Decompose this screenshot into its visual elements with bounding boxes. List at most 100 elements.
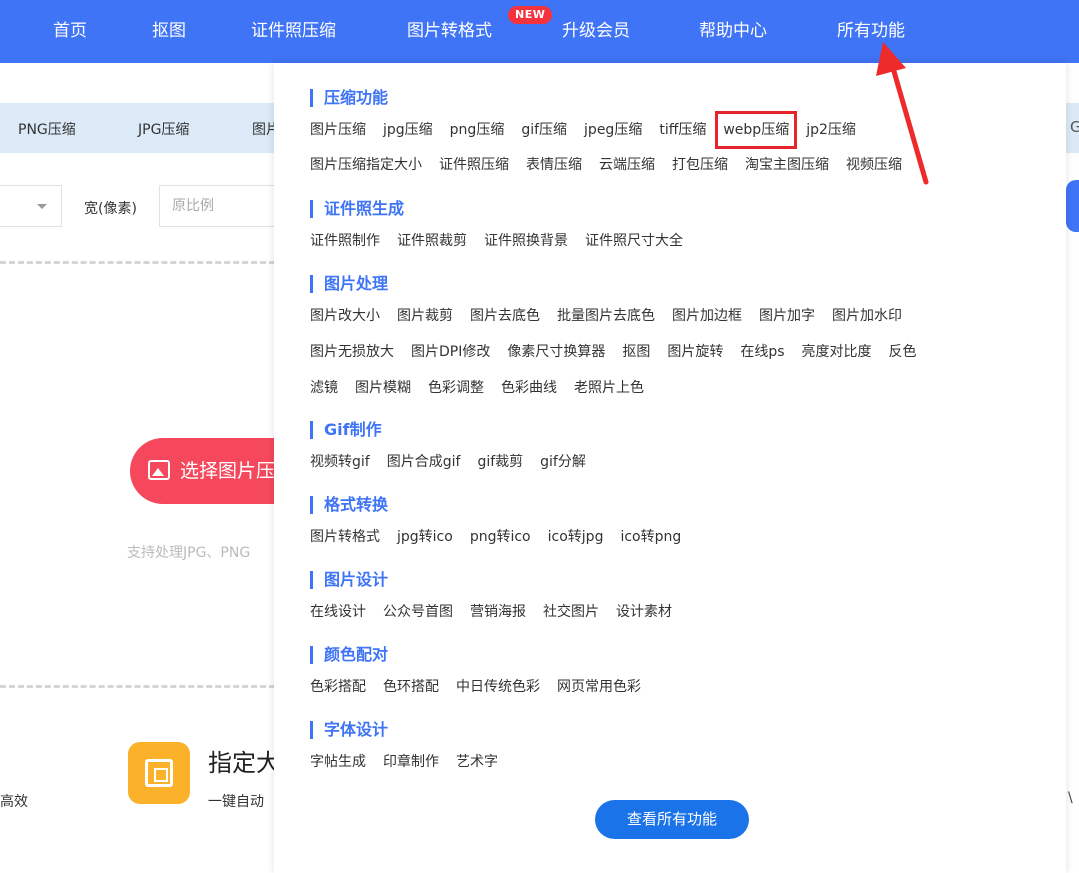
- menu-link-online-design[interactable]: 在线设计: [310, 601, 366, 623]
- menu-link-add-watermark[interactable]: 图片加水印: [832, 305, 902, 327]
- menu-link-filter[interactable]: 滤镜: [310, 377, 338, 399]
- section-title-id-photo: 证件照生成: [310, 198, 404, 220]
- menu-link-pixel-calculator[interactable]: 像素尺寸换算器: [507, 341, 605, 363]
- resize-icon: [128, 742, 190, 804]
- section-title-gif: Gif制作: [310, 419, 382, 441]
- menu-link-png-to-ico[interactable]: png转ico: [470, 526, 531, 548]
- unit-select[interactable]: [0, 185, 62, 227]
- menu-link-art-text[interactable]: 艺术字: [456, 751, 498, 773]
- feature-title: 指定大小: [208, 749, 275, 777]
- menu-link-compress-to-size[interactable]: 图片压缩指定大小: [310, 154, 422, 176]
- width-input[interactable]: 原比例: [159, 185, 275, 227]
- view-all-features-button[interactable]: 查看所有功能: [595, 800, 749, 839]
- menu-link-remove-bg[interactable]: 图片去底色: [470, 305, 540, 327]
- menu-link-taobao-compress[interactable]: 淘宝主图压缩: [745, 154, 829, 176]
- menu-link-batch-remove-bg[interactable]: 批量图片去底色: [557, 305, 655, 327]
- menu-link-id-photo-compress[interactable]: 证件照压缩: [439, 154, 509, 176]
- subbar-jpg-compress[interactable]: JPG压缩: [138, 119, 189, 139]
- menu-link-colorize-old-photo[interactable]: 老照片上色: [574, 377, 644, 399]
- menu-link-cutout[interactable]: 抠图: [622, 341, 650, 363]
- menu-link-design-assets[interactable]: 设计素材: [616, 601, 672, 623]
- chevron-down-icon: [37, 204, 47, 209]
- menu-row: 色彩搭配 色环搭配 中日传统色彩 网页常用色彩: [310, 676, 658, 698]
- nav-help-center[interactable]: 帮助中心: [699, 18, 767, 44]
- menu-link-id-photo-background[interactable]: 证件照换背景: [484, 230, 568, 252]
- menu-link-image-convert[interactable]: 图片转格式: [310, 526, 380, 548]
- section-title-color-matching: 颜色配对: [310, 644, 388, 666]
- menu-row: 在线设计 公众号首图 营销海报 社交图片 设计素材: [310, 601, 689, 623]
- menu-row: 滤镜 图片模糊 色彩调整 色彩曲线 老照片上色: [310, 377, 661, 399]
- menu-link-png-compress[interactable]: png压缩: [450, 119, 505, 141]
- menu-link-jpeg-compress[interactable]: jpeg压缩: [584, 119, 642, 141]
- nav-all-features[interactable]: 所有功能: [837, 18, 905, 44]
- menu-link-brightness-contrast[interactable]: 亮度对比度: [802, 341, 872, 363]
- nav-upgrade-vip[interactable]: 升级会员: [562, 18, 630, 44]
- nav-id-photo-compress[interactable]: 证件照压缩: [251, 18, 336, 44]
- top-navigation: 首页 抠图 证件照压缩 图片转格式 NEW 升级会员 帮助中心 所有功能: [0, 0, 1079, 63]
- menu-link-gif-crop[interactable]: gif裁剪: [477, 451, 523, 473]
- menu-link-online-ps[interactable]: 在线ps: [740, 341, 784, 363]
- menu-link-video-to-gif[interactable]: 视频转gif: [310, 451, 370, 473]
- menu-link-add-text[interactable]: 图片加字: [759, 305, 815, 327]
- menu-link-webp-compress[interactable]: webp压缩: [715, 111, 798, 149]
- menu-link-copybook[interactable]: 字帖生成: [310, 751, 366, 773]
- menu-link-jpg-to-ico[interactable]: jpg转ico: [397, 526, 453, 548]
- menu-link-dpi[interactable]: 图片DPI修改: [411, 341, 490, 363]
- menu-link-marketing-poster[interactable]: 营销海报: [470, 601, 526, 623]
- menu-link-crop[interactable]: 图片裁剪: [397, 305, 453, 327]
- menu-link-color-adjust[interactable]: 色彩调整: [428, 377, 484, 399]
- menu-link-color-wheel[interactable]: 色环搭配: [383, 676, 439, 698]
- side-float-button[interactable]: [1066, 180, 1079, 232]
- right-edge-fragment: \: [1068, 790, 1073, 806]
- menu-link-tiff-compress[interactable]: tiff压缩: [659, 119, 706, 141]
- menu-row: 字帖生成 印章制作 艺术字: [310, 751, 515, 773]
- menu-link-id-photo-make[interactable]: 证件照制作: [310, 230, 380, 252]
- menu-link-id-photo-crop[interactable]: 证件照裁剪: [397, 230, 467, 252]
- menu-link-web-colors[interactable]: 网页常用色彩: [557, 676, 641, 698]
- upload-area-top-border: [0, 261, 275, 264]
- menu-link-traditional-colors[interactable]: 中日传统色彩: [456, 676, 540, 698]
- menu-link-image-compress[interactable]: 图片压缩: [310, 119, 366, 141]
- feature-desc-fragment: 高效: [0, 794, 28, 810]
- menu-link-color-scheme[interactable]: 色彩搭配: [310, 676, 366, 698]
- menu-link-wechat-cover[interactable]: 公众号首图: [383, 601, 453, 623]
- menu-row: 图片转格式 jpg转ico png转ico ico转jpg ico转png: [310, 526, 698, 548]
- menu-row: 视频转gif 图片合成gif gif裁剪 gif分解: [310, 451, 603, 473]
- menu-link-emoji-compress[interactable]: 表情压缩: [526, 154, 582, 176]
- menu-link-images-to-gif[interactable]: 图片合成gif: [387, 451, 461, 473]
- menu-link-gif-split[interactable]: gif分解: [540, 451, 586, 473]
- menu-link-ico-to-png[interactable]: ico转png: [620, 526, 681, 548]
- section-title-image-design: 图片设计: [310, 569, 388, 591]
- menu-link-add-border[interactable]: 图片加边框: [672, 305, 742, 327]
- nav-image-convert[interactable]: 图片转格式: [407, 18, 492, 44]
- subbar-png-compress[interactable]: PNG压缩: [18, 119, 76, 139]
- menu-link-gif-compress[interactable]: gif压缩: [521, 119, 567, 141]
- menu-link-blur[interactable]: 图片模糊: [355, 377, 411, 399]
- section-title-image-processing: 图片处理: [310, 273, 388, 295]
- menu-link-resize[interactable]: 图片改大小: [310, 305, 380, 327]
- menu-link-upscale[interactable]: 图片无损放大: [310, 341, 394, 363]
- section-title-format-convert: 格式转换: [310, 494, 388, 516]
- menu-link-jpg-compress[interactable]: jpg压缩: [383, 119, 433, 141]
- supported-formats-text: 支持处理JPG、PNG: [127, 545, 251, 561]
- nav-cutout[interactable]: 抠图: [152, 18, 186, 44]
- right-edge-text: G: [1070, 118, 1079, 136]
- menu-link-video-compress[interactable]: 视频压缩: [846, 154, 902, 176]
- nav-home[interactable]: 首页: [53, 18, 87, 44]
- menu-link-jp2-compress[interactable]: jp2压缩: [806, 119, 856, 141]
- menu-link-batch-compress[interactable]: 打包压缩: [672, 154, 728, 176]
- width-label: 宽(像素): [84, 201, 137, 217]
- menu-link-color-curve[interactable]: 色彩曲线: [501, 377, 557, 399]
- feature-subtitle: 一键自动: [208, 794, 264, 810]
- menu-link-social-image[interactable]: 社交图片: [543, 601, 599, 623]
- menu-link-rotate[interactable]: 图片旋转: [667, 341, 723, 363]
- section-title-font-design: 字体设计: [310, 719, 388, 741]
- menu-link-seal-maker[interactable]: 印章制作: [383, 751, 439, 773]
- menu-link-id-photo-sizes[interactable]: 证件照尺寸大全: [585, 230, 683, 252]
- select-image-button[interactable]: 选择图片压缩: [130, 438, 275, 504]
- upload-area-bottom-border: [0, 685, 275, 688]
- menu-link-invert[interactable]: 反色: [889, 341, 917, 363]
- menu-link-ico-to-jpg[interactable]: ico转jpg: [548, 526, 604, 548]
- section-title-compress: 压缩功能: [310, 87, 388, 109]
- menu-link-cloud-compress[interactable]: 云端压缩: [599, 154, 655, 176]
